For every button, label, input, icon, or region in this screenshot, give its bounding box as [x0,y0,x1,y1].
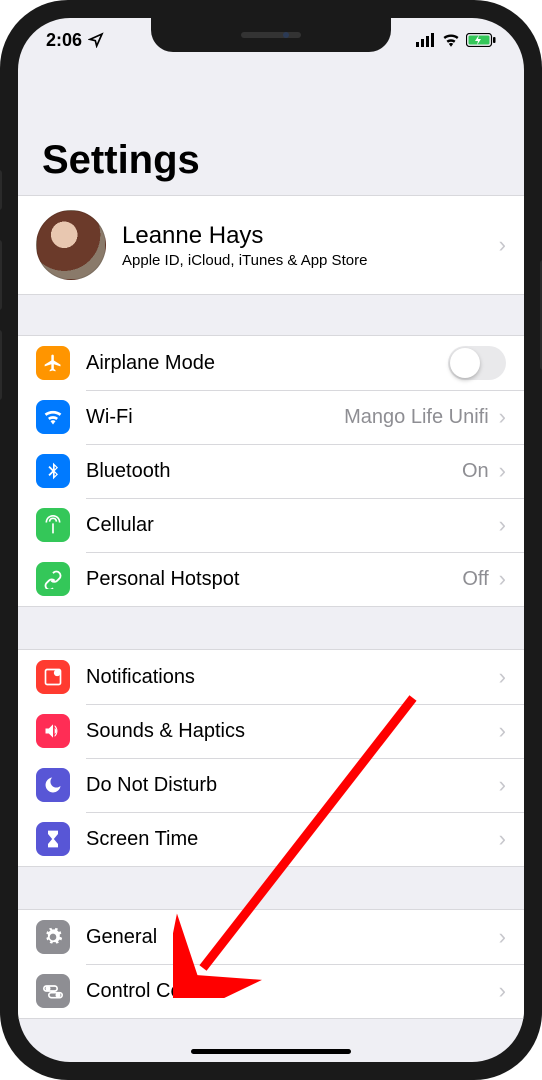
row-dnd[interactable]: Do Not Disturb› [18,758,524,812]
switches-icon [36,974,70,1008]
row-label: Bluetooth [86,460,462,483]
row-label: Notifications [86,666,499,689]
row-label: Airplane Mode [86,352,448,375]
speaker-icon [36,714,70,748]
row-label: Personal Hotspot [86,568,462,591]
row-hotspot[interactable]: Personal HotspotOff › [18,552,524,606]
row-label: Cellular [86,514,499,537]
profile-row[interactable]: Leanne Hays Apple ID, iCloud, iTunes & A… [18,195,524,295]
chevron-right-icon: › [499,512,506,538]
chevron-right-icon: › [499,404,506,430]
antenna-icon [36,508,70,542]
volume-down-button [0,330,2,400]
row-bluetooth[interactable]: BluetoothOn › [18,444,524,498]
row-detail: On [462,460,489,483]
wifi-icon [36,400,70,434]
moon-icon [36,768,70,802]
row-controlcenter[interactable]: Control Center› [18,964,524,1018]
row-detail: Mango Life Unifi [344,406,489,429]
chevron-right-icon: › [499,664,506,690]
location-arrow-icon [88,32,104,48]
chevron-right-icon: › [499,978,506,1004]
profile-name: Leanne Hays [122,222,483,250]
screen: 2:06 Settings Leanne Hays Apple ID, iClo… [18,18,524,1062]
row-airplane[interactable]: Airplane Mode [18,336,524,390]
airplane-icon [36,346,70,380]
settings-group: Notifications›Sounds & Haptics›Do Not Di… [18,649,524,867]
gear-icon [36,920,70,954]
row-label: Wi-Fi [86,406,344,429]
notch [151,18,391,52]
chevron-right-icon: › [499,924,506,950]
row-detail: Off [462,568,488,591]
link-icon [36,562,70,596]
chevron-right-icon: › [499,772,506,798]
settings-group: Airplane ModeWi-FiMango Life Unifi›Bluet… [18,335,524,607]
chevron-right-icon: › [499,458,506,484]
switch-airplane[interactable] [448,346,506,380]
row-label: Screen Time [86,828,499,851]
hourglass-icon [36,822,70,856]
row-wifi[interactable]: Wi-FiMango Life Unifi › [18,390,524,444]
page-title: Settings [18,138,524,195]
row-screentime[interactable]: Screen Time› [18,812,524,866]
row-cellular[interactable]: Cellular› [18,498,524,552]
settings-group: General›Control Center› [18,909,524,1019]
row-label: Sounds & Haptics [86,720,499,743]
row-notifications[interactable]: Notifications› [18,650,524,704]
row-sounds[interactable]: Sounds & Haptics› [18,704,524,758]
mute-switch [0,170,2,210]
chevron-right-icon: › [499,826,506,852]
bluetooth-icon [36,454,70,488]
chevron-right-icon: › [499,718,506,744]
profile-subtitle: Apple ID, iCloud, iTunes & App Store [122,252,483,269]
row-label: Control Center [86,980,499,1003]
row-label: Do Not Disturb [86,774,499,797]
chevron-right-icon: › [499,566,506,592]
avatar [36,210,106,280]
battery-charging-icon [466,33,496,47]
volume-up-button [0,240,2,310]
cellular-signal-icon [416,33,436,47]
phone-frame: 2:06 Settings Leanne Hays Apple ID, iClo… [0,0,542,1080]
bell-square-icon [36,660,70,694]
chevron-right-icon: › [499,232,506,258]
home-indicator[interactable] [191,1049,351,1054]
row-general[interactable]: General› [18,910,524,964]
status-time: 2:06 [46,30,82,51]
wifi-status-icon [442,33,460,47]
row-label: General [86,926,499,949]
